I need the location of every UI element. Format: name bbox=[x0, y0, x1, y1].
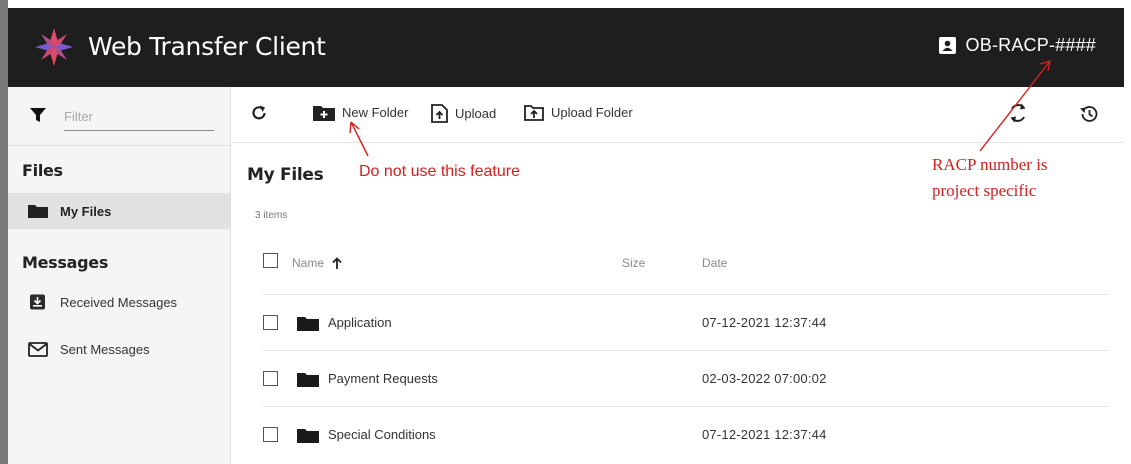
upload-folder-label: Upload Folder bbox=[551, 105, 633, 120]
table-header: Name Size Date bbox=[263, 246, 1109, 292]
history-icon bbox=[1080, 106, 1098, 122]
sync-button[interactable] bbox=[1007, 101, 1036, 125]
sidebar-item-sent-messages[interactable]: Sent Messages bbox=[8, 331, 230, 367]
user-name: OB-RACP-#### bbox=[966, 35, 1096, 56]
row-date: 07-12-2021 12:37:44 bbox=[702, 315, 827, 330]
upload-button[interactable]: Upload bbox=[431, 104, 496, 123]
filter-funnel-icon bbox=[30, 108, 46, 122]
table-row[interactable]: Application 07-12-2021 12:37:44 bbox=[263, 294, 1109, 350]
upload-label: Upload bbox=[455, 106, 497, 121]
sort-ascending-arrow-icon bbox=[332, 256, 342, 269]
annotation-racp-line2: project specific bbox=[932, 181, 1037, 200]
folder-icon bbox=[297, 317, 319, 331]
page-title: My Files bbox=[247, 165, 324, 185]
app-title: Web Transfer Client bbox=[88, 32, 326, 61]
annotation-do-not-use: Do not use this feature bbox=[359, 163, 520, 180]
user-account[interactable]: OB-RACP-#### bbox=[938, 35, 1096, 56]
row-checkbox[interactable] bbox=[263, 315, 278, 330]
sidebar-item-label: Sent Messages bbox=[60, 341, 150, 357]
upload-file-icon bbox=[431, 104, 448, 123]
folder-icon bbox=[297, 373, 319, 387]
annotation-racp-line1: RACP number is bbox=[932, 155, 1048, 174]
row-date: 07-12-2021 12:37:44 bbox=[702, 427, 827, 442]
user-name-prefix: OB-RACP- bbox=[965, 35, 1056, 55]
new-folder-label: New Folder bbox=[342, 105, 409, 120]
upload-folder-button[interactable]: Upload Folder bbox=[524, 104, 633, 121]
annotation-racp-note: RACP number is project specific bbox=[932, 152, 1122, 204]
folder-icon bbox=[28, 205, 48, 218]
messages-section-heading: Messages bbox=[22, 253, 109, 272]
sidebar-item-label: My Files bbox=[60, 203, 112, 219]
sidebar: Files My Files Messages Received Message… bbox=[8, 87, 231, 464]
envelope-icon bbox=[28, 342, 48, 357]
row-date: 02-03-2022 07:00:02 bbox=[702, 371, 827, 386]
filter-input[interactable] bbox=[64, 103, 214, 131]
sync-icon bbox=[1010, 103, 1026, 123]
sidebar-item-received-messages[interactable]: Received Messages bbox=[8, 284, 230, 320]
filter-row bbox=[30, 103, 220, 133]
row-name[interactable]: Application bbox=[328, 315, 392, 330]
window-frame-edge bbox=[0, 0, 8, 464]
item-count: 3 items bbox=[255, 210, 288, 221]
sidebar-item-label: Received Messages bbox=[60, 294, 178, 310]
row-checkbox[interactable] bbox=[263, 427, 278, 442]
user-badge-icon bbox=[938, 37, 956, 54]
column-name-label: Name bbox=[292, 256, 325, 270]
inbox-download-icon bbox=[30, 294, 45, 310]
row-name[interactable]: Special Conditions bbox=[328, 427, 436, 442]
app-logo-icon bbox=[35, 28, 73, 66]
refresh-button[interactable] bbox=[250, 104, 275, 122]
app-header: Web Transfer Client OB-RACP-#### bbox=[8, 8, 1124, 87]
folder-icon bbox=[297, 429, 319, 443]
sidebar-item-my-files[interactable]: My Files bbox=[8, 193, 230, 229]
row-checkbox[interactable] bbox=[263, 371, 278, 386]
toolbar: New Folder Upload Upload Folder bbox=[232, 87, 1124, 143]
files-section-heading: Files bbox=[22, 161, 63, 180]
upload-folder-icon bbox=[524, 105, 544, 121]
sidebar-divider bbox=[8, 145, 230, 146]
new-folder-button[interactable]: New Folder bbox=[313, 104, 408, 121]
column-header-name[interactable]: Name bbox=[292, 256, 343, 270]
history-button[interactable] bbox=[1079, 104, 1106, 124]
new-folder-icon bbox=[313, 106, 335, 121]
column-header-size[interactable]: Size bbox=[622, 256, 645, 270]
refresh-icon bbox=[252, 105, 266, 120]
user-name-suffix: #### bbox=[1055, 35, 1096, 55]
table-row[interactable]: Payment Requests 02-03-2022 07:00:02 bbox=[263, 350, 1109, 406]
row-name[interactable]: Payment Requests bbox=[328, 371, 438, 386]
column-header-date[interactable]: Date bbox=[702, 256, 727, 270]
table-row[interactable]: Special Conditions 07-12-2021 12:37:44 bbox=[263, 406, 1109, 462]
select-all-checkbox[interactable] bbox=[263, 253, 278, 268]
